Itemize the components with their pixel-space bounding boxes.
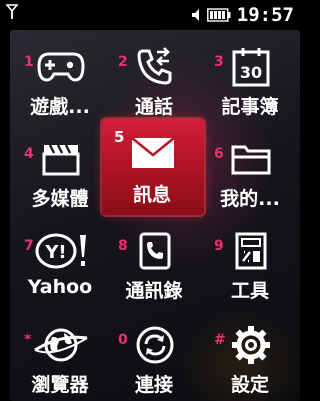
menu-item-messages[interactable]: 5 訊息 [106, 124, 198, 206]
menu-item-calls[interactable]: 2 通話 [108, 40, 200, 120]
clapperboard-icon [36, 136, 86, 182]
menu-key: 9 [214, 238, 224, 254]
menu-key: 3 [214, 54, 224, 70]
menu-label: 瀏覽器 [31, 374, 89, 396]
menu-key: 6 [214, 146, 224, 162]
battery-full-icon [206, 8, 231, 22]
status-bar: 19:57 [0, 0, 300, 30]
menu-item-my-stuff[interactable]: 6 我的... [204, 132, 296, 212]
menu-item-tools[interactable]: 9 工具 [204, 224, 296, 304]
yahoo-mark: Y! [44, 242, 66, 263]
menu-key: 0 [118, 332, 128, 348]
menu-item-multimedia[interactable]: 4 多媒體 [14, 132, 106, 212]
clock: 19:57 [236, 4, 294, 26]
menu-label: Yahoo [27, 276, 93, 298]
menu-key: 2 [118, 54, 128, 70]
menu-item-yahoo[interactable]: 7 Y! Yahoo [14, 224, 106, 304]
gear-icon [226, 322, 276, 368]
menu-key: 5 [114, 128, 125, 146]
menu-item-games[interactable]: 1 遊戲... [14, 40, 106, 120]
menu-item-organizer[interactable]: 3 30 記事簿 [204, 40, 296, 120]
menu-label: 多媒體 [31, 188, 89, 210]
calendar-day: 30 [240, 63, 262, 82]
globe-icon [32, 322, 90, 368]
menu-item-settings[interactable]: # 設定 [204, 318, 296, 398]
gamepad-icon [36, 44, 86, 90]
calendar-icon: 30 [226, 44, 276, 90]
antenna-signal-icon [6, 4, 18, 20]
menu-key: 4 [24, 146, 34, 162]
envelope-icon [128, 130, 178, 176]
menu-key: 8 [118, 238, 128, 254]
menu-key: 1 [24, 54, 34, 70]
calculator-icon [226, 228, 276, 274]
menu-label: 設定 [230, 374, 269, 396]
menu-key: * [24, 332, 32, 348]
menu-label: 連接 [134, 374, 173, 396]
menu-item-phonebook[interactable]: 8 通訊錄 [108, 224, 200, 304]
phonebook-icon [130, 228, 180, 274]
speaker-volume-icon [191, 8, 201, 22]
menu-label: 記事簿 [221, 96, 279, 118]
menu-key: 7 [24, 238, 34, 254]
menu-label: 工具 [230, 280, 269, 302]
menu-label: 通訊錄 [125, 280, 183, 302]
sync-connect-icon [130, 322, 180, 368]
phone-call-icon [130, 44, 180, 90]
menu-item-connectivity[interactable]: 0 連接 [108, 318, 200, 398]
menu-key: # [214, 332, 226, 348]
menu-label: 通話 [134, 96, 173, 118]
folder-icon [226, 136, 276, 182]
menu-label: 訊息 [132, 184, 171, 206]
menu-label: 遊戲... [30, 96, 90, 118]
menu-label: 我的... [220, 188, 280, 210]
yahoo-icon: Y! [34, 228, 90, 274]
menu-item-browser[interactable]: * 瀏覽器 [14, 318, 106, 398]
